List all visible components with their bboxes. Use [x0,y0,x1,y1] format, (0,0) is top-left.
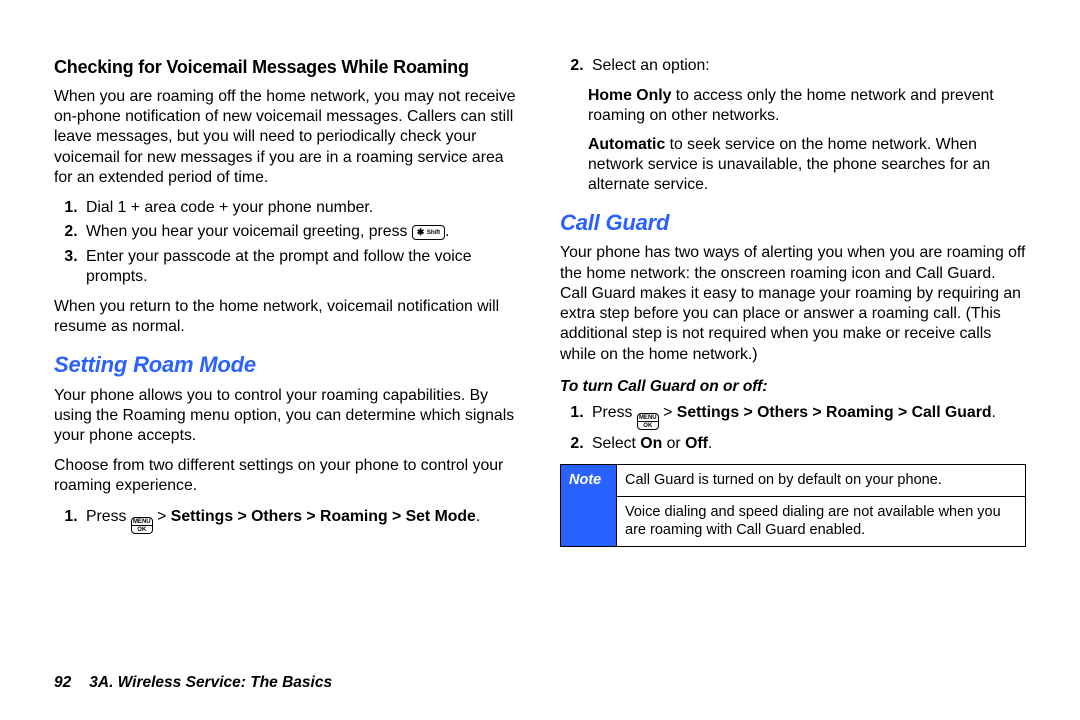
list-item: Enter your passcode at the prompt and fo… [82,247,520,287]
roam-options: Home Only to access only the home networ… [588,86,1026,195]
note-label: Note [561,465,617,547]
menu-ok-key-icon: MENUOK [131,517,153,534]
shift-key-icon: ✱ Shift [412,225,445,240]
menu-ok-key-icon: MENUOK [637,413,659,430]
para-resume: When you return to the home network, voi… [54,297,520,337]
list-item: Press MENUOK > Settings > Others > Roami… [588,403,1026,431]
heading-voicemail-roaming: Checking for Voicemail Messages While Ro… [54,56,520,79]
page-footer: 92 3A. Wireless Service: The Basics [54,674,332,692]
menu-path: Settings > Others > Roaming > Call Guard [677,404,992,421]
right-column: Select an option: Home Only to access on… [560,56,1026,656]
menu-path: Settings > Others > Roaming > Set Mode [171,508,476,525]
list-cg-steps: Press MENUOK > Settings > Others > Roami… [560,403,1026,455]
para-roam-2: Choose from two different settings on yo… [54,456,520,496]
two-column-layout: Checking for Voicemail Messages While Ro… [54,56,1026,656]
list-item: Press MENUOK > Settings > Others > Roami… [82,507,520,535]
para-roam-1: Your phone allows you to control your ro… [54,386,520,447]
heading-setting-roam-mode: Setting Roam Mode [54,351,520,379]
para-call-guard: Your phone has two ways of alerting you … [560,243,1026,364]
manual-page: Checking for Voicemail Messages While Ro… [0,0,1080,720]
list-roam-steps: Press MENUOK > Settings > Others > Roami… [54,507,520,535]
left-column: Checking for Voicemail Messages While Ro… [54,56,520,656]
para-voicemail-intro: When you are roaming off the home networ… [54,87,520,188]
list-voicemail-steps: Dial 1 + area code + your phone number. … [54,198,520,287]
list-item: When you hear your voicemail greeting, p… [82,222,520,242]
list-item: Dial 1 + area code + your phone number. [82,198,520,218]
section-title: 3A. Wireless Service: The Basics [89,674,332,691]
list-roam-steps-cont: Select an option: [560,56,1026,76]
note-box: Note Call Guard is turned on by default … [560,464,1026,547]
note-text-1: Call Guard is turned on by default on yo… [617,465,1026,497]
heading-call-guard: Call Guard [560,209,1026,237]
option-automatic: Automatic to seek service on the home ne… [588,135,1026,196]
heading-cg-instructions: To turn Call Guard on or off: [560,377,1026,397]
list-item: Select On or Off. [588,434,1026,454]
list-item: Select an option: [588,56,1026,76]
option-home-only: Home Only to access only the home networ… [588,86,1026,126]
note-text-2: Voice dialing and speed dialing are not … [617,496,1026,546]
page-number: 92 [54,674,71,691]
